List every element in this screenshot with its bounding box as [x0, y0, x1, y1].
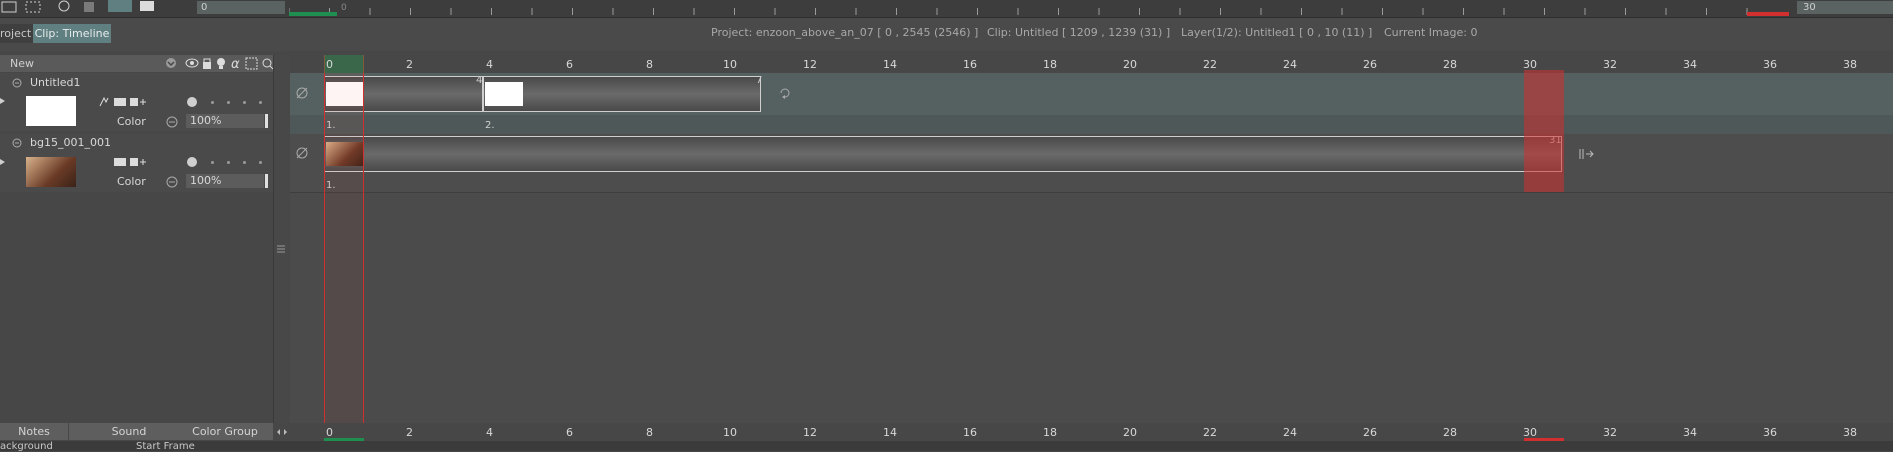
layer-mode[interactable]: Color — [117, 115, 146, 128]
option-dot[interactable] — [227, 161, 230, 164]
minus-icon[interactable] — [166, 116, 178, 128]
tab-sound[interactable]: Sound — [69, 423, 189, 440]
ruler-label-top: 2 — [406, 58, 413, 71]
layer-tool-icons[interactable] — [112, 156, 148, 168]
ruler-label-bottom: 24 — [1283, 426, 1297, 439]
ruler-label-bottom: 4 — [486, 426, 493, 439]
start-frame-field[interactable]: Start Frame — [136, 441, 195, 452]
layer-visibility-dot[interactable] — [187, 97, 197, 107]
ruler-label-top: 10 — [723, 58, 737, 71]
ruler-label-top: 38 — [1843, 58, 1857, 71]
option-dot[interactable] — [259, 161, 262, 164]
tool-icons[interactable] — [0, 0, 160, 16]
mini-end-marker — [1747, 12, 1789, 16]
layer-name[interactable]: Untitled1 — [30, 76, 81, 89]
ruler-label-top: 4 — [486, 58, 493, 71]
opacity-slider-handle[interactable] — [265, 174, 268, 188]
ruler-label-bottom: 32 — [1603, 426, 1617, 439]
ruler-label-top: 16 — [963, 58, 977, 71]
ruler-label-bottom: 14 — [883, 426, 897, 439]
layer-mode[interactable]: Color — [117, 175, 146, 188]
layer-tool-icons[interactable] — [98, 96, 148, 108]
top-toolbar: 0 0 30 — [0, 0, 1893, 18]
ruler-label-top: 28 — [1443, 58, 1457, 71]
frame-field[interactable]: 0 — [197, 1, 285, 14]
collapse-icon[interactable] — [12, 78, 22, 88]
current-frame-tick — [324, 438, 364, 441]
ruler-label-bottom: 22 — [1203, 426, 1217, 439]
arrow-icon — [0, 98, 5, 104]
ruler-label-top: 0 — [326, 58, 333, 71]
ruler-label-top: 22 — [1203, 58, 1217, 71]
svg-text:α: α — [231, 57, 240, 70]
layer-visibility-dot[interactable] — [187, 157, 197, 167]
bottom-bar — [0, 441, 1893, 451]
project-info: Project: enzoon_above_an_07 [ 0 , 2545 (… — [711, 26, 979, 39]
option-dot[interactable] — [211, 161, 214, 164]
chevron-down-icon[interactable] — [165, 57, 177, 69]
ruler-label-bottom: 6 — [566, 426, 573, 439]
option-dot[interactable] — [259, 101, 262, 104]
tab-notes[interactable]: Notes — [0, 423, 68, 440]
opacity-slider-handle[interactable] — [265, 114, 268, 128]
layer-name[interactable]: bg15_001_001 — [30, 136, 111, 149]
ruler-label-bottom: 30 — [1523, 426, 1537, 439]
ruler-label-bottom: 12 — [803, 426, 817, 439]
ruler-label-top: 12 — [803, 58, 817, 71]
end-frame-tick — [1524, 438, 1564, 441]
ruler-label-top: 18 — [1043, 58, 1057, 71]
opacity-field[interactable]: 100% — [186, 174, 264, 188]
expand-arrows-icon[interactable] — [276, 427, 288, 437]
layer-thumbnail[interactable] — [26, 96, 76, 126]
ruler-label-bottom: 18 — [1043, 426, 1057, 439]
option-dot[interactable] — [211, 101, 214, 104]
layer-thumbnail[interactable] — [26, 157, 76, 187]
ruler-label-bottom: 8 — [646, 426, 653, 439]
tab-color-group[interactable]: Color Group — [177, 423, 273, 440]
current-image-info: Current Image: 0 — [1384, 26, 1478, 39]
ruler-label-bottom: 20 — [1123, 426, 1137, 439]
panel-splitter[interactable] — [273, 55, 291, 423]
new-layer-label[interactable]: New — [10, 57, 34, 70]
ruler-label-bottom: 2 — [406, 426, 413, 439]
ruler-label-top: 8 — [646, 58, 653, 71]
grip-icon[interactable] — [277, 244, 285, 254]
tab-project[interactable]: roject — [0, 24, 33, 43]
ruler-label-top: 20 — [1123, 58, 1137, 71]
opacity-field[interactable]: 100% — [186, 114, 264, 128]
ruler-label-bottom: 16 — [963, 426, 977, 439]
ruler-label-bottom: 26 — [1363, 426, 1377, 439]
mini-ruler-label: 0 — [341, 3, 347, 13]
end-frame-field[interactable]: 30 — [1797, 1, 1893, 14]
ruler-label-top: 24 — [1283, 58, 1297, 71]
ruler-label-bottom: 34 — [1683, 426, 1697, 439]
ruler-label-top: 6 — [566, 58, 573, 71]
ruler-label-bottom: 0 — [326, 426, 333, 439]
background-field[interactable]: ackground — [0, 441, 53, 452]
ruler-label-bottom: 28 — [1443, 426, 1457, 439]
arrow-icon — [0, 159, 5, 165]
tab-clip-timeline[interactable]: Clip: Timeline — [33, 24, 111, 43]
ruler-label-top: 26 — [1363, 58, 1377, 71]
minus-icon[interactable] — [166, 176, 178, 188]
clip-info: Clip: Untitled [ 1209 , 1239 (31) ] — [987, 26, 1171, 39]
mini-current-marker — [289, 12, 337, 16]
option-dot[interactable] — [227, 101, 230, 104]
frame-rulers: 0022446688101012121414161618182020222224… — [324, 58, 1857, 441]
ruler-label-bottom: 38 — [1843, 426, 1857, 439]
option-dot[interactable] — [243, 101, 246, 104]
layer-info: Layer(1/2): Untitled1 [ 0 , 10 (11) ] — [1181, 26, 1373, 39]
ruler-label-bottom: 10 — [723, 426, 737, 439]
ruler-label-bottom: 36 — [1763, 426, 1777, 439]
option-dot[interactable] — [243, 161, 246, 164]
ruler-label-top: 32 — [1603, 58, 1617, 71]
top-mini-ruler[interactable]: 0 — [289, 0, 1789, 16]
ruler-label-top: 36 — [1763, 58, 1777, 71]
layer-header-icons[interactable]: α — [185, 57, 283, 70]
collapse-icon[interactable] — [12, 138, 22, 148]
ruler-label-top: 14 — [883, 58, 897, 71]
ruler-label-top: 30 — [1523, 58, 1537, 71]
ruler-label-top: 34 — [1683, 58, 1697, 71]
